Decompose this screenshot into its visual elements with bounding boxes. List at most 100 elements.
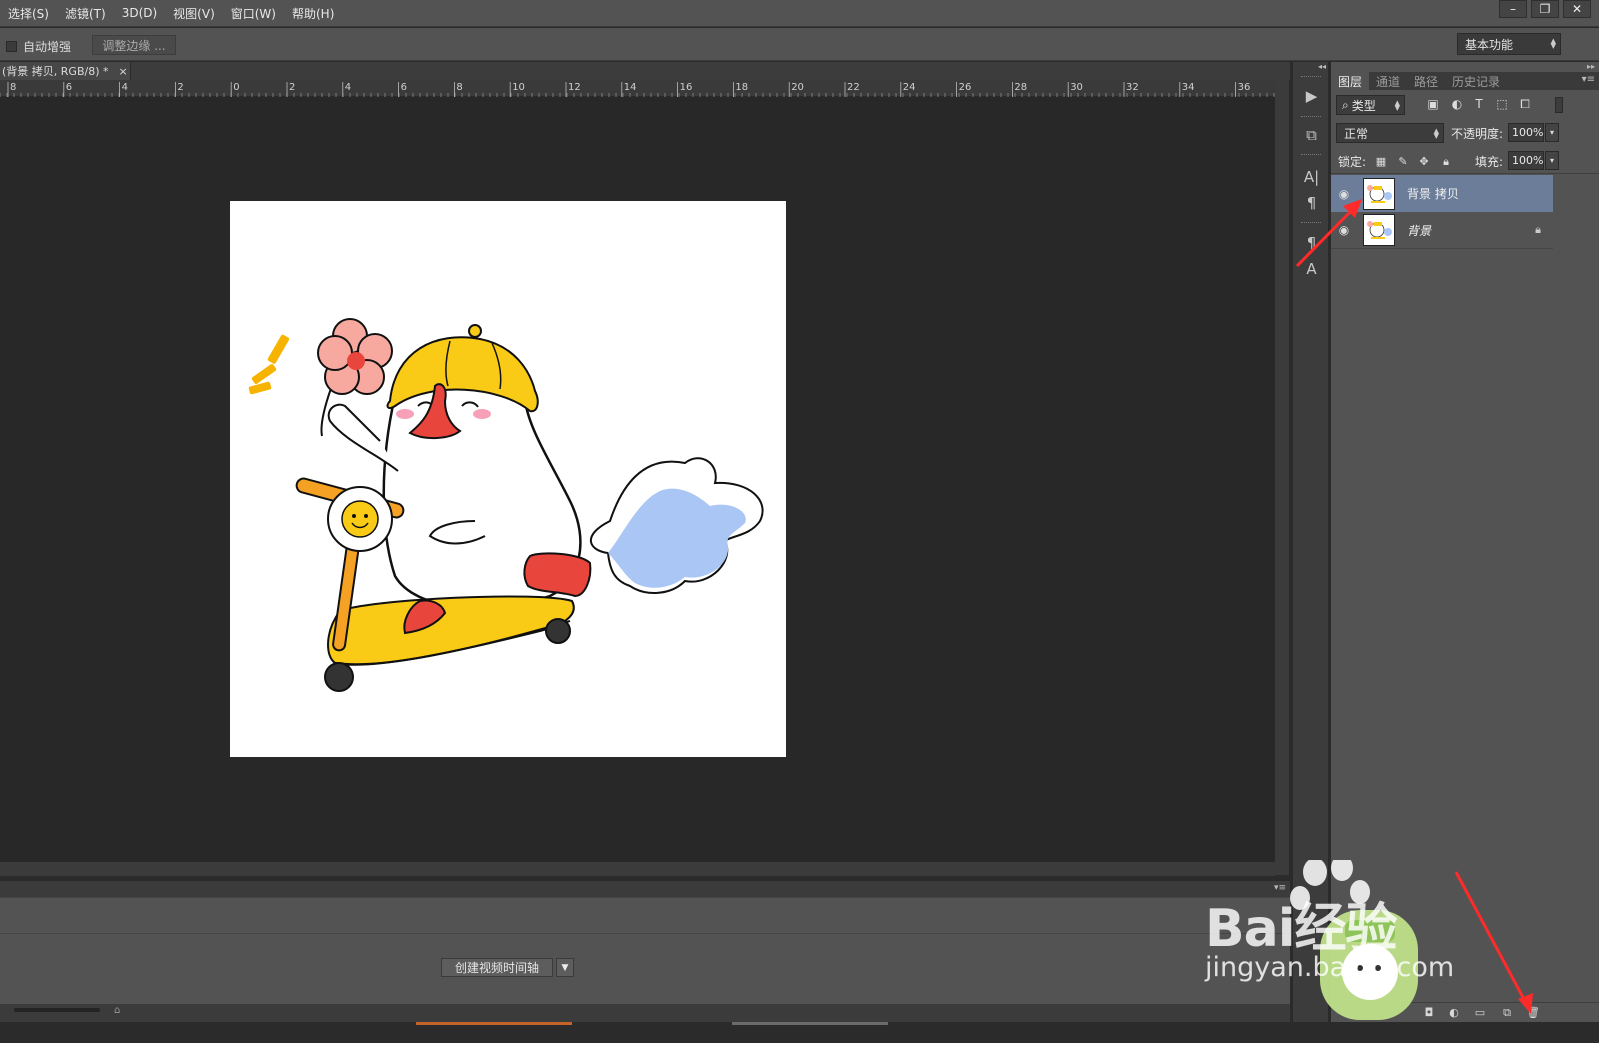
ruler-label: 12: [568, 82, 581, 93]
panel-menu-icon[interactable]: ▾≡: [1582, 74, 1595, 85]
lock-all-icon[interactable]: 🔒︎: [1439, 155, 1453, 169]
minimize-button[interactable]: –: [1499, 0, 1527, 18]
menu-help[interactable]: 帮助(H): [284, 5, 342, 22]
ruler-label: 18: [735, 82, 748, 93]
updown-icon: ▲ ▼: [1433, 127, 1439, 140]
restore-button[interactable]: ❐: [1531, 0, 1559, 18]
3d-properties-icon[interactable]: ⧉: [1293, 122, 1330, 148]
expand-panel-icon[interactable]: ▸▸: [1587, 62, 1595, 71]
layer-row-background-copy[interactable]: ◉ 背景 拷贝: [1331, 175, 1553, 212]
progress-marker: [416, 1022, 572, 1025]
workspace-label: 基本功能: [1465, 37, 1514, 52]
layer-thumbnail: [1363, 214, 1395, 246]
lock-transparency-icon[interactable]: ▦: [1374, 155, 1388, 169]
layer-name[interactable]: 背景 拷贝: [1407, 185, 1459, 202]
vertical-scrollbar[interactable]: [1275, 80, 1289, 875]
ruler-label: 20: [791, 82, 804, 93]
ruler-label: 16: [680, 82, 693, 93]
menu-view[interactable]: 视图(V): [165, 5, 223, 22]
layer-filter-row: ⌕ 类型 ▲ ▼ ▣ ◐ T ⬚ ⧠: [1331, 92, 1599, 118]
fill-input[interactable]: 100%: [1508, 151, 1544, 170]
filter-toggle-switch[interactable]: [1555, 97, 1563, 113]
blend-mode-select[interactable]: 正常 ▲ ▼: [1336, 123, 1444, 143]
ruler-label: 34: [1182, 82, 1195, 93]
lock-label: 锁定:: [1338, 155, 1367, 169]
menu-filter[interactable]: 滤镜(T): [57, 5, 114, 22]
lock-image-pixels-icon[interactable]: ✎: [1396, 155, 1410, 169]
timeline-panel: [0, 897, 1290, 1004]
paragraph-styles-icon[interactable]: ¶: [1293, 230, 1330, 256]
horizontal-scrollbar[interactable]: [0, 862, 1275, 876]
lock-position-icon[interactable]: ✥: [1417, 155, 1431, 169]
ruler-label: 2: [289, 82, 295, 93]
smart-object-filter-icon[interactable]: ⧠: [1517, 97, 1533, 113]
type-filter-icon[interactable]: T: [1471, 97, 1487, 113]
ruler-label: 32: [1126, 82, 1139, 93]
tab-paths[interactable]: 路径: [1407, 72, 1445, 90]
tab-history[interactable]: 历史记录: [1445, 72, 1507, 90]
ruler-label: 36: [1238, 82, 1251, 93]
ruler-label: 24: [903, 82, 916, 93]
auto-enhance-checkbox[interactable]: [6, 41, 17, 52]
shape-filter-icon[interactable]: ⬚: [1494, 97, 1510, 113]
auto-enhance-option[interactable]: 自动增强: [6, 38, 71, 55]
visibility-eye-icon[interactable]: ◉: [1331, 175, 1357, 212]
layer-name[interactable]: 背景: [1407, 222, 1431, 239]
ruler-label: 6: [401, 82, 407, 93]
document-tab[interactable]: (背景 拷贝, RGB/8) * ×: [0, 62, 131, 80]
blend-row: 正常 ▲ ▼ 不透明度: 100% ▾: [1331, 120, 1599, 146]
fill-dropdown-icon[interactable]: ▾: [1545, 151, 1559, 170]
updown-icon: ▲ ▼: [1394, 99, 1400, 112]
duck-scooter-illustration: [248, 318, 764, 692]
timeline-dropdown-icon[interactable]: ▼: [556, 958, 574, 977]
ruler-label: 26: [959, 82, 972, 93]
bottom-strip: [0, 1022, 1599, 1043]
close-button[interactable]: ✕: [1563, 0, 1591, 18]
character-icon[interactable]: A|: [1293, 164, 1330, 190]
workspace-select[interactable]: 基本功能 ▲ ▼: [1457, 33, 1561, 55]
auto-enhance-label: 自动增强: [23, 40, 72, 54]
options-bar: 自动增强 调整边缘 ... 基本功能 ▲ ▼: [0, 28, 1599, 61]
updown-icon: ▲ ▼: [1550, 37, 1556, 50]
zoom-mountain-icon[interactable]: ⌂: [114, 1005, 120, 1016]
document-canvas[interactable]: [230, 201, 786, 757]
timeline-status-bar: ⌂: [0, 1004, 1290, 1022]
panel-tabs: 图层 通道 路径 历史记录: [1331, 72, 1599, 90]
timeline-header: ▾≡: [0, 880, 1290, 897]
menu-window[interactable]: 窗口(W): [223, 5, 284, 22]
character-styles-icon[interactable]: A: [1293, 256, 1330, 282]
pixel-filter-icon[interactable]: ▣: [1425, 97, 1441, 113]
ruler-label: 14: [624, 82, 637, 93]
collapse-panels-icon[interactable]: ◂◂: [1293, 62, 1330, 72]
new-layer-icon[interactable]: ⧉: [1499, 1005, 1515, 1021]
ruler-label: 4: [122, 82, 128, 93]
window-controls: – ❐ ✕: [1495, 0, 1591, 20]
create-video-timeline-button[interactable]: 创建视频时间轴: [441, 958, 553, 977]
layer-thumbnail: [1363, 177, 1395, 210]
menu-select[interactable]: 选择(S): [0, 5, 57, 22]
opacity-dropdown-icon[interactable]: ▾: [1545, 123, 1559, 142]
visibility-eye-icon[interactable]: ◉: [1331, 212, 1357, 249]
tab-layers[interactable]: 图层: [1331, 72, 1370, 90]
close-tab-icon[interactable]: ×: [119, 65, 128, 78]
lock-row: 锁定: ▦ ✎ ✥ 🔒︎ 填充: 100% ▾: [1331, 148, 1599, 174]
ruler-label: 0: [233, 82, 239, 93]
filter-kind-label: 类型: [1351, 98, 1376, 113]
paragraph-icon[interactable]: ¶: [1293, 190, 1330, 216]
menu-3d[interactable]: 3D(D): [114, 6, 165, 20]
refine-edge-button[interactable]: 调整边缘 ...: [92, 35, 176, 55]
layer-row-background[interactable]: ◉ 背景 🔒︎: [1331, 212, 1553, 249]
play-actions-icon[interactable]: ▶: [1293, 83, 1330, 109]
blend-mode-label: 正常: [1344, 126, 1369, 141]
opacity-input[interactable]: 100%: [1508, 123, 1544, 142]
timeline-divider: [0, 933, 1290, 934]
tab-channels[interactable]: 通道: [1369, 72, 1407, 90]
filter-kind-select[interactable]: ⌕ 类型 ▲ ▼: [1336, 95, 1405, 115]
delete-layer-icon[interactable]: 🗑︎: [1525, 1005, 1541, 1021]
ruler-label: 8: [456, 82, 462, 93]
adjustment-filter-icon[interactable]: ◐: [1449, 97, 1465, 113]
lock-icon: 🔒︎: [1535, 223, 1541, 236]
document-tab-title: (背景 拷贝, RGB/8) *: [2, 65, 109, 78]
zoom-slider[interactable]: [14, 1008, 100, 1012]
menu-bar: 选择(S) 滤镜(T) 3D(D) 视图(V) 窗口(W) 帮助(H): [0, 0, 1599, 27]
